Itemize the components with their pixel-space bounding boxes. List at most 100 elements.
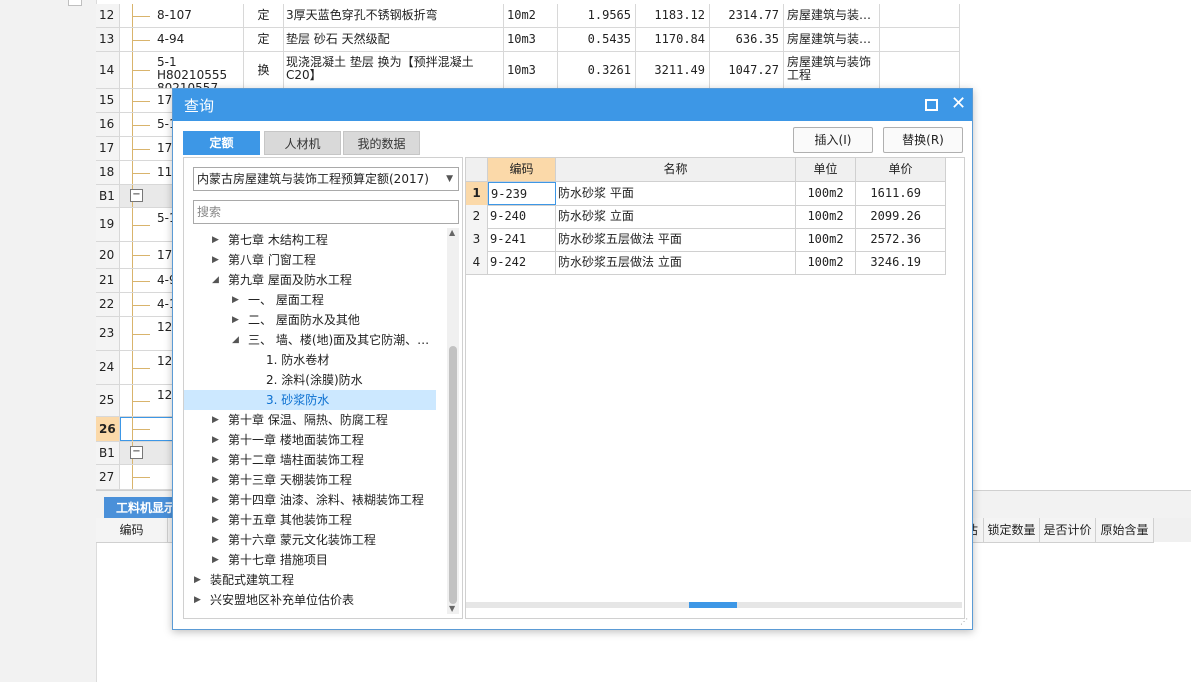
collapse-arrow-icon[interactable]: ◢ xyxy=(212,270,219,290)
cell-unit[interactable]: 100m2 xyxy=(796,182,856,205)
cell-extra[interactable] xyxy=(880,4,960,27)
splitter-handle[interactable] xyxy=(689,602,737,608)
grid-row[interactable]: 3 9-241 防水砂浆五层做法 平面 100m2 2572.36 xyxy=(466,228,946,252)
cell-code[interactable]: 9-242 xyxy=(488,251,556,274)
grid-row[interactable]: 4 9-242 防水砂浆五层做法 立面 100m2 3246.19 xyxy=(466,251,946,275)
dialog-titlebar[interactable]: 查询 ✕ xyxy=(173,89,972,121)
tree-item[interactable]: 1. 防水卷材 xyxy=(184,350,436,370)
expand-arrow-icon[interactable]: ▶ xyxy=(212,430,219,450)
expand-arrow-icon[interactable]: ▶ xyxy=(212,490,219,510)
expand-arrow-icon[interactable]: ▶ xyxy=(232,290,239,310)
cell-unit[interactable]: 100m2 xyxy=(796,251,856,274)
expand-arrow-icon[interactable]: ▶ xyxy=(212,550,219,570)
cell-total[interactable]: 636.35 xyxy=(710,28,784,51)
resize-grip-icon[interactable]: ⋰ xyxy=(960,617,970,627)
cell-unit-price[interactable]: 1183.12 xyxy=(636,4,710,27)
column-header-name[interactable]: 名称 xyxy=(556,158,796,181)
cell-unit-price[interactable]: 3211.49 xyxy=(636,52,710,88)
search-input[interactable]: 搜索 xyxy=(193,200,459,224)
column-header-locked-qty[interactable]: 锁定数量 xyxy=(984,518,1040,542)
collapse-button[interactable] xyxy=(68,0,82,6)
cell-total[interactable]: 2314.77 xyxy=(710,4,784,27)
expand-arrow-icon[interactable]: ▶ xyxy=(212,450,219,470)
tree-item[interactable]: ▶ 第七章 木结构工程 xyxy=(184,230,436,250)
cell-type[interactable]: 定 xyxy=(244,28,284,51)
cell-profession[interactable]: 房屋建筑与装… xyxy=(784,28,880,51)
tree-item[interactable]: 3. 砂浆防水 xyxy=(184,390,436,410)
cell-total[interactable]: 1047.27 xyxy=(710,52,784,88)
table-row[interactable]: 13 4-94 定垫层 砂石 天然级配 10m3 0.5435 1170.84 636.35… xyxy=(96,28,960,52)
expand-arrow-icon[interactable]: ▶ xyxy=(232,310,239,330)
tree-item[interactable]: ◢ 三、 墙、楼(地)面及其它防潮、… xyxy=(184,330,436,350)
column-header-original-content[interactable]: 原始含量 xyxy=(1096,518,1154,542)
maximize-icon[interactable] xyxy=(925,99,938,111)
cell-unit-price[interactable]: 3246.19 xyxy=(856,251,946,274)
tree-item[interactable]: ▶ 二、 屋面防水及其他 xyxy=(184,310,436,330)
cell-quantity[interactable]: 1.9565 xyxy=(558,4,636,27)
expand-arrow-icon[interactable]: ▶ xyxy=(212,530,219,550)
tree-item[interactable]: ◢ 第九章 屋面及防水工程 xyxy=(184,270,436,290)
tree-item[interactable]: ▶ 第十三章 天棚装饰工程 xyxy=(184,470,436,490)
expand-arrow-icon[interactable]: ▶ xyxy=(212,410,219,430)
column-header-price[interactable]: 单价 xyxy=(856,158,946,181)
cell-name[interactable]: 垫层 砂石 天然级配 xyxy=(284,28,504,51)
column-header-code[interactable]: 编码 xyxy=(96,518,168,542)
cell-name[interactable]: 防水砂浆 平面 xyxy=(556,182,796,205)
tree-item[interactable]: ▶ 第十四章 油漆、涂料、裱糊装饰工程 xyxy=(184,490,436,510)
grid-row[interactable]: 2 9-240 防水砂浆 立面 100m2 2099.26 xyxy=(466,205,946,229)
cell-profession[interactable]: 房屋建筑与装… xyxy=(784,4,880,27)
column-header-is-priced[interactable]: 是否计价 xyxy=(1040,518,1096,542)
collapse-group-icon[interactable]: − xyxy=(130,446,143,459)
cell-name[interactable]: 现浇混凝土 垫层 换为【预拌混凝土 C20】 xyxy=(284,52,504,88)
tree-item[interactable]: ▶ 第十一章 楼地面装饰工程 xyxy=(184,430,436,450)
scroll-up-icon[interactable]: ▲ xyxy=(449,228,455,237)
cell-code[interactable]: 9-240 xyxy=(488,205,556,228)
column-header-code[interactable]: 编码 xyxy=(488,158,556,181)
column-header-unit[interactable]: 单位 xyxy=(796,158,856,181)
cell-quantity[interactable]: 0.3261 xyxy=(558,52,636,88)
cell-name[interactable]: 防水砂浆 立面 xyxy=(556,205,796,228)
grid-row[interactable]: 1 9-239 防水砂浆 平面 100m2 1611.69 xyxy=(466,182,946,206)
cell-name[interactable]: 防水砂浆五层做法 平面 xyxy=(556,228,796,251)
table-row[interactable]: 14 5-1 H80210555 80210557 换现浇混凝土 垫层 换为【预拌混… xyxy=(96,52,960,89)
tab-my-data[interactable]: 我的数据 xyxy=(343,131,420,155)
replace-button[interactable]: 替换(R) xyxy=(883,127,963,153)
tree-item[interactable]: ▶ 第十六章 蒙元文化装饰工程 xyxy=(184,530,436,550)
tree-item[interactable]: ▶ 装配式建筑工程 xyxy=(184,570,436,590)
cell-type[interactable]: 定 xyxy=(244,4,284,27)
cell-unit-price[interactable]: 1170.84 xyxy=(636,28,710,51)
cell-unit[interactable]: 100m2 xyxy=(796,205,856,228)
cell-unit[interactable]: 100m2 xyxy=(796,228,856,251)
expand-arrow-icon[interactable]: ▶ xyxy=(194,590,201,610)
cell-code[interactable]: 9-241 xyxy=(488,228,556,251)
expand-arrow-icon[interactable]: ▶ xyxy=(212,230,219,250)
dropdown-arrow-icon[interactable]: ▼ xyxy=(446,168,453,190)
tab-quota[interactable]: 定额 xyxy=(183,131,260,155)
grid-splitter[interactable] xyxy=(466,602,962,608)
cell-code[interactable]: 9-239 xyxy=(488,182,556,205)
cell-quantity[interactable]: 0.5435 xyxy=(558,28,636,51)
cell-unit-price[interactable]: 1611.69 xyxy=(856,182,946,205)
tree-item[interactable]: ▶ 第十二章 墙柱面装饰工程 xyxy=(184,450,436,470)
collapse-group-icon[interactable]: − xyxy=(130,189,143,202)
expand-arrow-icon[interactable]: ▶ xyxy=(212,250,219,270)
cell-unit[interactable]: 10m3 xyxy=(504,28,558,51)
tree-item[interactable]: ▶ 第十章 保温、隔热、防腐工程 xyxy=(184,410,436,430)
table-row[interactable]: 12 8-107 定 3厚天蓝色穿孔不锈钢板折弯 10m2 1.9565 1183.12 23… xyxy=(96,4,960,28)
cell-name[interactable]: 防水砂浆五层做法 立面 xyxy=(556,251,796,274)
close-icon[interactable]: ✕ xyxy=(951,93,966,114)
tree-scrollbar[interactable]: ▲ ▼ xyxy=(447,228,459,614)
cell-name[interactable]: 3厚天蓝色穿孔不锈钢板折弯 xyxy=(284,4,504,27)
tree-item[interactable]: ▶ 兴安盟地区补充单位估价表 xyxy=(184,590,436,610)
cell-unit-price[interactable]: 2099.26 xyxy=(856,205,946,228)
cell-unit-price[interactable]: 2572.36 xyxy=(856,228,946,251)
cell-extra[interactable] xyxy=(880,28,960,51)
tree-scroll-thumb[interactable] xyxy=(449,346,457,604)
scroll-down-icon[interactable]: ▼ xyxy=(449,604,455,613)
tree-item[interactable]: ▶ 第十五章 其他装饰工程 xyxy=(184,510,436,530)
cell-profession[interactable]: 房屋建筑与装饰工程 xyxy=(784,52,880,88)
cell-extra[interactable] xyxy=(880,52,960,88)
expand-arrow-icon[interactable]: ▶ xyxy=(212,470,219,490)
tree-item[interactable]: ▶ 一、 屋面工程 xyxy=(184,290,436,310)
tree-item[interactable]: 2. 涂料(涂膜)防水 xyxy=(184,370,436,390)
